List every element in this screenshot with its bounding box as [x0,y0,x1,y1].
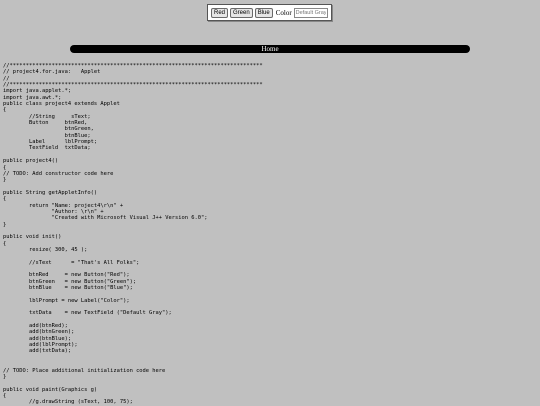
code-line: btnGreen, [3,126,94,133]
code-line: add(btnGreen); [3,329,75,336]
code-line: import java.applet.*; [3,88,72,95]
code-line: "Author: \r\n" + [3,208,104,215]
code-line: Label lblPrompt; [3,139,98,146]
code-line: // TODO: Place additional initialization… [3,367,166,374]
code-line: "Created with Microsoft Visual J++ Versi… [3,215,208,222]
code-line: add(btnRed); [3,323,68,330]
code-line: return "Name: project4\r\n" + [3,202,124,209]
code-line: { [3,392,7,399]
code-line: Button btnRed, [3,120,88,127]
code-line: { [3,240,7,247]
code-line: //String sText; [3,113,91,120]
code-line: lblPrompt = new Label("Color"); [3,297,130,304]
java-applet-panel: Red Green Blue Color [207,4,332,21]
code-line: public String getAppletInfo() [3,189,98,196]
code-line: public void paint(Graphics g) [3,386,98,393]
code-line: { [3,196,7,203]
code-line: public project4() [3,158,59,165]
home-link[interactable]: Home [261,45,278,53]
code-line: } [3,221,7,228]
code-line: btnBlue; [3,132,91,139]
source-code-listing: //**************************************… [3,63,263,406]
color-text-field[interactable] [293,7,328,18]
code-line: //sText = "That's All Folks"; [3,259,140,266]
code-line: //**************************************… [3,82,263,89]
red-button[interactable]: Red [211,7,229,18]
code-line: // project4.for.java: Applet [3,69,101,76]
color-label: Color [275,8,292,17]
code-line: add(btnBlue); [3,335,72,342]
code-line: } [3,373,7,380]
code-line: txtData = new TextField ("Default Gray")… [3,310,172,317]
code-line: TextField txtData; [3,145,91,152]
code-line: { [3,107,7,114]
code-line: // [3,75,10,82]
code-line: btnRed = new Button("Red"); [3,272,130,279]
blue-button[interactable]: Blue [254,7,273,18]
code-line: import java.awt.*; [3,94,62,101]
code-line: add(txtData); [3,348,72,355]
code-line: //g.drawString (sText, 100, 75); [3,399,133,406]
green-button[interactable]: Green [230,7,253,18]
code-line: public void init() [3,234,62,241]
code-line: { [3,164,7,171]
home-link-bar[interactable]: Home [70,45,470,53]
code-line: } [3,177,7,184]
code-line: btnGreen = new Button("Green"); [3,278,137,285]
code-line: public class project4 extends Applet [3,101,120,108]
code-line: btnBlue = new Button("Blue"); [3,285,133,292]
code-line: // TODO: Add constructor code here [3,170,114,177]
code-line: //**************************************… [3,63,263,69]
code-line: resize( 300, 45 ); [3,246,88,253]
code-line: add(lblPrompt); [3,342,78,349]
